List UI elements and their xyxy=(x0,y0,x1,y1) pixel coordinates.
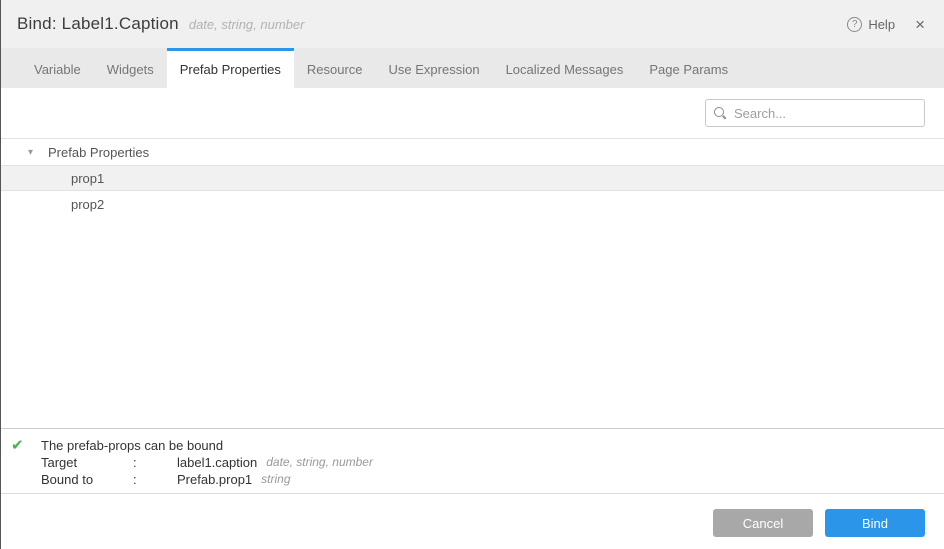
tree-group-label: Prefab Properties xyxy=(48,144,150,160)
tree-group-prefab-properties[interactable]: ▾ Prefab Properties xyxy=(1,139,944,165)
tree-item-prop2[interactable]: prop2 xyxy=(1,191,944,217)
tab-page-params[interactable]: Page Params xyxy=(636,48,741,88)
bind-button[interactable]: Bind xyxy=(825,509,925,537)
dialog-title-hint: date, string, number xyxy=(188,16,305,32)
success-check-icon: ✔ xyxy=(11,437,24,454)
tab-use-expression[interactable]: Use Expression xyxy=(376,48,493,88)
bound-to-type-hint: string xyxy=(261,472,291,486)
help-label: Help xyxy=(868,16,896,32)
target-label: Target xyxy=(41,455,78,470)
help-icon: ? xyxy=(847,16,863,32)
bound-to-label: Bound to xyxy=(41,472,94,487)
binding-info-panel: ✔ The prefab-props can be bound Target :… xyxy=(1,428,944,493)
cancel-button[interactable]: Cancel xyxy=(713,509,813,537)
bound-to-colon: : xyxy=(133,472,137,487)
bind-dialog: Bind: Label1.Caption date, string, numbe… xyxy=(0,0,944,549)
search-box[interactable] xyxy=(705,99,925,127)
help-button[interactable]: ? Help xyxy=(847,16,896,32)
search-toolbar xyxy=(1,88,944,138)
bound-to-value: Prefab.prop1 xyxy=(177,472,253,487)
caret-down-icon[interactable]: ▾ xyxy=(28,147,38,158)
search-input[interactable] xyxy=(734,105,916,121)
target-colon: : xyxy=(133,455,137,470)
tab-prefab-properties[interactable]: Prefab Properties xyxy=(166,48,294,88)
binding-target-row: Target : label1.caption date, string, nu… xyxy=(41,454,373,471)
dialog-title: Bind: Label1.Caption xyxy=(17,14,179,33)
bound-to-row: Bound to : Prefab.prop1 string xyxy=(41,471,373,488)
search-icon xyxy=(714,106,727,120)
dialog-footer: Cancel Bind xyxy=(1,493,944,549)
tab-widgets[interactable]: Widgets xyxy=(94,48,167,88)
dialog-header: Bind: Label1.Caption date, string, numbe… xyxy=(1,0,944,48)
target-type-hint: date, string, number xyxy=(266,455,373,469)
binding-status-message: The prefab-props can be bound xyxy=(41,438,224,453)
tab-resource[interactable]: Resource xyxy=(294,48,376,88)
tree-item-prop1[interactable]: prop1 xyxy=(1,165,944,191)
tab-localized-messages[interactable]: Localized Messages xyxy=(493,48,637,88)
tab-variable[interactable]: Variable xyxy=(21,48,94,88)
tab-bar: Variable Widgets Prefab Properties Resou… xyxy=(1,48,944,88)
target-value: label1.caption xyxy=(177,455,258,470)
close-icon[interactable]: × xyxy=(915,16,925,33)
prefab-properties-tree: ▾ Prefab Properties prop1 prop2 xyxy=(1,138,944,428)
